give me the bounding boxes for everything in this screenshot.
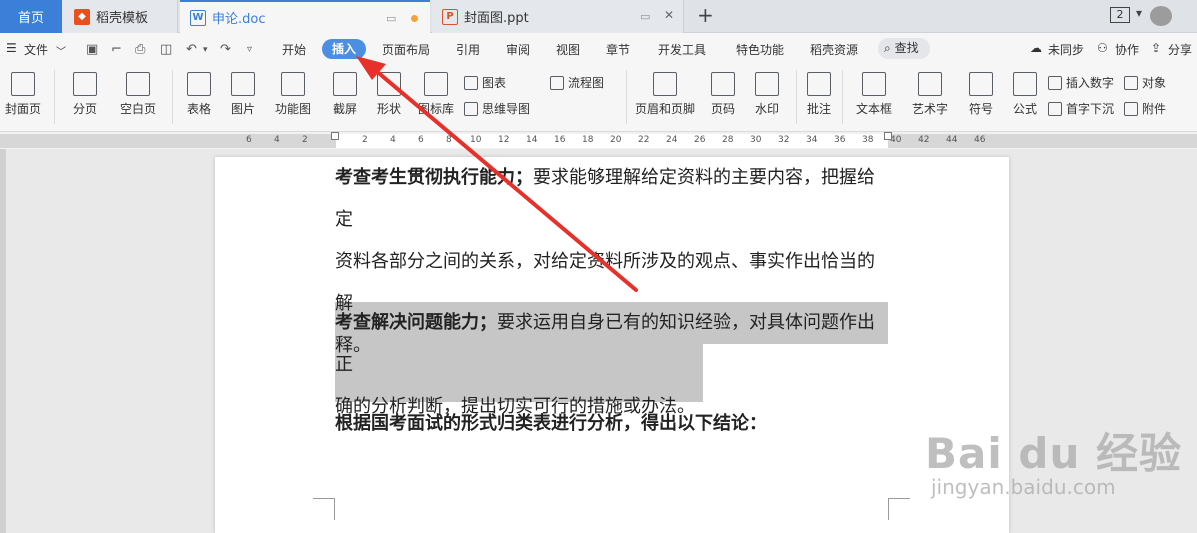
- annotation-arrow: [356, 56, 638, 292]
- arrow-shaft: [366, 62, 638, 292]
